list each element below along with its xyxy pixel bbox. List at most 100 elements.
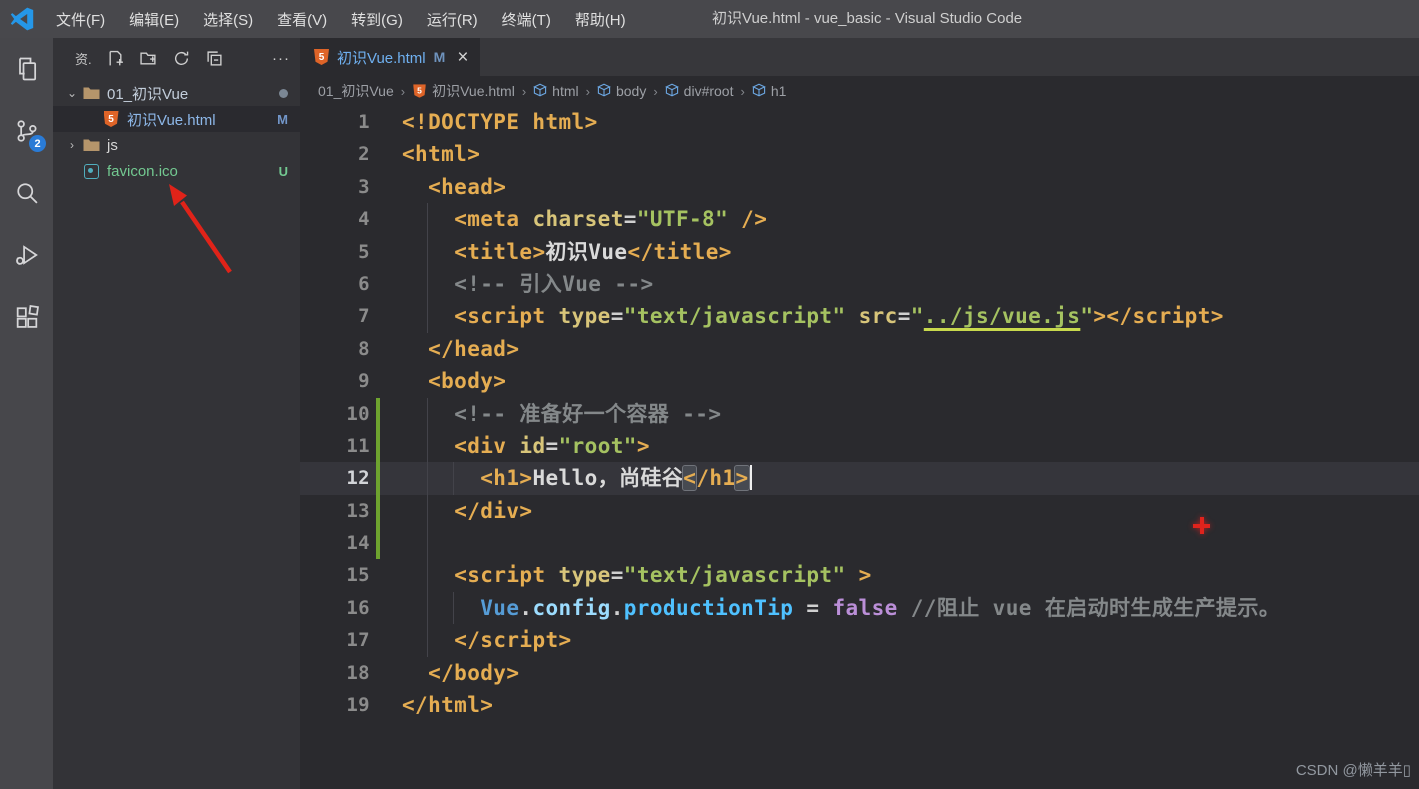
code-token: " <box>1080 304 1093 328</box>
search-icon[interactable] <box>0 162 53 224</box>
code-line-8[interactable]: 8 </head> <box>300 333 1419 365</box>
breadcrumb-item[interactable]: 01_初识Vue <box>318 81 394 101</box>
menu-item[interactable]: 查看(V) <box>267 5 337 34</box>
code-line-7[interactable]: 7 <script type="text/javascript" src="..… <box>300 300 1419 332</box>
line-content: <head> <box>402 171 506 203</box>
title-bar: 文件(F)编辑(E)选择(S)查看(V)转到(G)运行(R)终端(T)帮助(H)… <box>0 0 1419 38</box>
code-token: </body> <box>428 661 519 685</box>
symbol-cube-icon <box>597 83 611 97</box>
code-token: <script <box>454 304 545 328</box>
menu-item[interactable]: 选择(S) <box>193 5 263 34</box>
code-token <box>546 304 559 328</box>
breadcrumb-label: div#root <box>684 83 734 99</box>
line-content: </div> <box>402 495 532 527</box>
line-content: <!-- 准备好一个容器 --> <box>402 398 721 430</box>
folder-icon <box>83 138 100 152</box>
code-token: Hello，尚硅谷 <box>532 466 683 490</box>
code-token <box>519 207 532 231</box>
code-line-11[interactable]: 11 <div id="root"> <box>300 430 1419 462</box>
code-token: <head> <box>428 175 506 199</box>
git-added-gutter-bar <box>376 495 380 527</box>
modified-dot-badge <box>279 89 288 98</box>
explorer-header: 资. ··· <box>53 38 300 78</box>
code-token: </script> <box>454 628 571 652</box>
code-token: ../js/vue.js <box>924 304 1081 328</box>
run-debug-icon[interactable] <box>0 224 53 286</box>
menu-item[interactable]: 帮助(H) <box>565 5 636 34</box>
breadcrumb-item[interactable]: html <box>533 83 578 100</box>
indent-guide <box>427 203 428 235</box>
code-token <box>846 304 859 328</box>
menu-item[interactable]: 运行(R) <box>417 5 488 34</box>
code-line-6[interactable]: 6 <!-- 引入Vue --> <box>300 268 1419 300</box>
breadcrumb-item[interactable]: div#root <box>665 83 734 100</box>
indent-guide <box>427 300 428 332</box>
breadcrumb-item[interactable]: 5初识Vue.html <box>412 81 515 101</box>
tree-item-js[interactable]: ›js <box>53 132 300 158</box>
code-token: " <box>911 304 924 328</box>
activity-bar: 2 <box>0 38 53 789</box>
more-actions-icon[interactable]: ··· <box>272 50 290 67</box>
code-line-18[interactable]: 18 </body> <box>300 657 1419 689</box>
menu-item[interactable]: 终端(T) <box>492 5 561 34</box>
code-line-9[interactable]: 9 <body> <box>300 365 1419 397</box>
code-token: = <box>624 207 637 231</box>
menu-item[interactable]: 转到(G) <box>341 5 413 34</box>
code-line-14[interactable]: 14 <box>300 527 1419 559</box>
tree-item-01_初识Vue[interactable]: ⌄01_初识Vue <box>53 80 300 106</box>
line-content: <script type="text/javascript" > <box>402 559 872 591</box>
explorer-title: 资. <box>75 49 92 68</box>
code-line-16[interactable]: 16 Vue.config.productionTip = false //阻止… <box>300 592 1419 624</box>
code-token: src <box>859 304 898 328</box>
tab-chushivue-html[interactable]: 5 初识Vue.html M × <box>300 38 480 76</box>
code-line-2[interactable]: 2<html> <box>300 138 1419 170</box>
code-token: //阻止 vue 在启动时生成生产提示。 <box>911 596 1281 620</box>
tree-item-favicon.ico[interactable]: favicon.icoU <box>53 158 300 184</box>
indent-guide <box>427 236 428 268</box>
code-token: "text/javascript" <box>624 563 846 587</box>
breadcrumb: 01_初识Vue›5初识Vue.html›html›body›div#root›… <box>300 76 1419 106</box>
breadcrumb-separator: › <box>740 84 744 99</box>
new-folder-icon[interactable] <box>140 49 158 67</box>
line-number: 17 <box>300 624 370 656</box>
line-number: 13 <box>300 495 370 527</box>
code-line-12[interactable]: 12 <h1>Hello，尚硅谷</h1> <box>300 462 1419 494</box>
code-line-4[interactable]: 4 <meta charset="UTF-8" /> <box>300 203 1419 235</box>
vscode-logo-icon <box>10 7 34 31</box>
menu-item[interactable]: 编辑(E) <box>119 5 189 34</box>
menu-item[interactable]: 文件(F) <box>46 5 115 34</box>
code-token: = <box>611 563 624 587</box>
html5-file-icon: 5 <box>104 111 119 127</box>
code-token: <body> <box>428 369 506 393</box>
close-tab-icon[interactable]: × <box>457 48 468 67</box>
line-number: 6 <box>300 268 370 300</box>
code-token <box>898 596 911 620</box>
line-number: 10 <box>300 398 370 430</box>
new-file-icon[interactable] <box>107 49 125 67</box>
code-line-5[interactable]: 5 <title>初识Vue</title> <box>300 236 1419 268</box>
line-content: </script> <box>402 624 572 656</box>
breadcrumb-item[interactable]: h1 <box>752 83 787 100</box>
collapse-folders-icon[interactable] <box>206 49 224 67</box>
source-control-icon[interactable]: 2 <box>0 100 53 162</box>
code-token: 初识Vue <box>546 240 628 264</box>
line-content: <!-- 引入Vue --> <box>402 268 654 300</box>
code-line-10[interactable]: 10 <!-- 准备好一个容器 --> <box>300 398 1419 430</box>
code-token <box>402 661 428 685</box>
code-token: > <box>637 434 650 458</box>
code-line-13[interactable]: 13 </div> <box>300 495 1419 527</box>
line-number: 4 <box>300 203 370 235</box>
code-line-17[interactable]: 17 </script> <box>300 624 1419 656</box>
code-line-19[interactable]: 19</html> <box>300 689 1419 721</box>
line-number: 15 <box>300 559 370 591</box>
tree-item-初识Vue.html[interactable]: 5初识Vue.htmlM <box>53 106 300 132</box>
extensions-icon[interactable] <box>0 286 53 348</box>
code-line-3[interactable]: 3 <head> <box>300 171 1419 203</box>
code-line-1[interactable]: 1<!DOCTYPE html> <box>300 106 1419 138</box>
explorer-icon[interactable] <box>0 38 53 100</box>
git-added-gutter-bar <box>376 462 380 494</box>
breadcrumb-item[interactable]: body <box>597 83 646 100</box>
refresh-explorer-icon[interactable] <box>173 49 191 67</box>
line-number: 5 <box>300 236 370 268</box>
code-line-15[interactable]: 15 <script type="text/javascript" > <box>300 559 1419 591</box>
